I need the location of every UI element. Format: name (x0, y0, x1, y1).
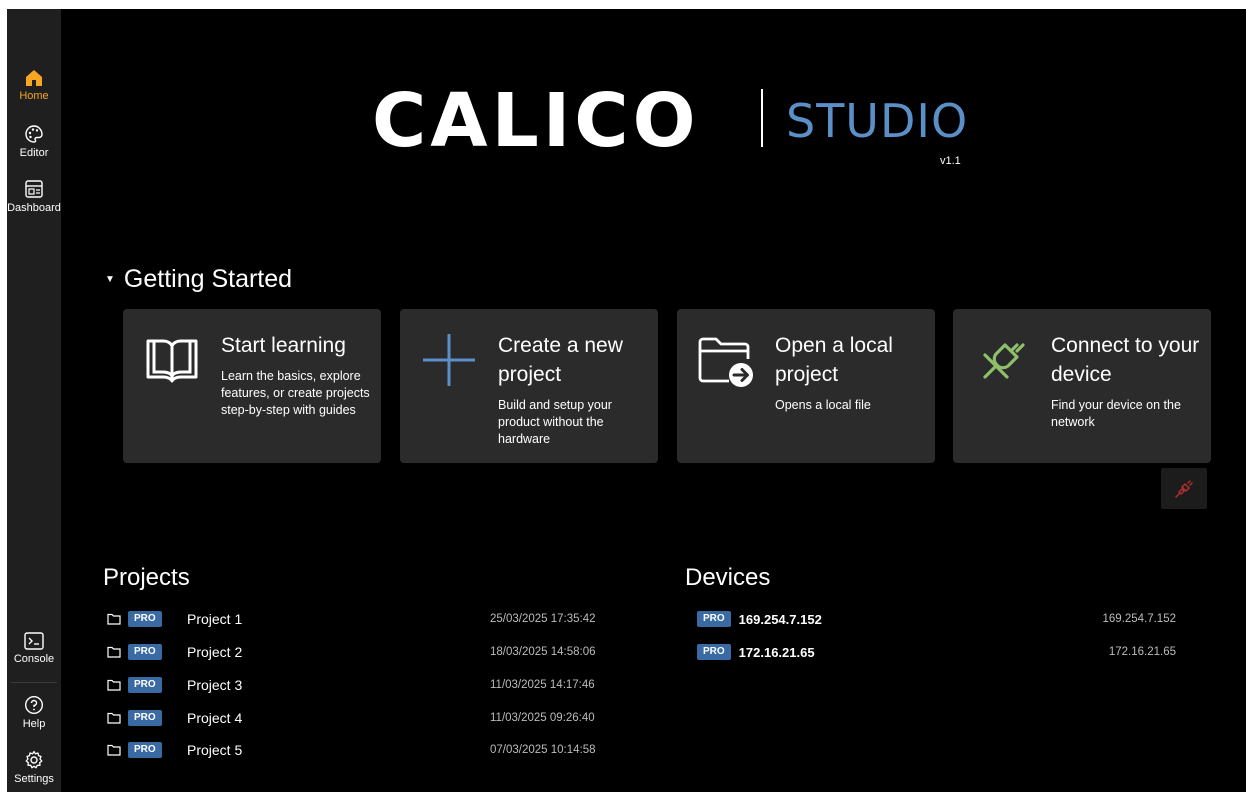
card-description: Find your device on the network (1051, 398, 1181, 429)
dashboard-icon (25, 180, 43, 198)
card-title: Start learning (221, 334, 346, 357)
sidebar-item-editor[interactable]: Editor (7, 124, 61, 174)
sidebar-item-label: Dashboard (7, 202, 61, 214)
project-name: Project 3 (187, 677, 243, 693)
sidebar-item-label: Help (22, 718, 46, 730)
device-name: 172.16.21.65 (738, 644, 815, 660)
card-title: Open a local project (775, 334, 893, 386)
card-create-project[interactable]: Create a new project Build and setup you… (400, 309, 658, 463)
logo-text: CALICO (372, 78, 700, 164)
version-label: v1.1 (940, 155, 961, 167)
pro-badge: PRO (128, 742, 162, 758)
app-window: Home Editor Dashboard Console Help Setti… (7, 9, 1246, 792)
caret-down-icon: ▼ (105, 274, 115, 285)
terminal-icon (24, 632, 44, 650)
device-row[interactable]: PRO 172.16.21.65 172.16.21.65 (697, 641, 1176, 663)
pro-badge: PRO (128, 677, 162, 693)
logo-subtitle: STUDIO (786, 94, 969, 148)
folder-icon (107, 613, 121, 625)
project-date: 25/03/2025 17:35:42 (490, 613, 596, 625)
folder-icon (107, 744, 121, 756)
sidebar-item-label: Home (19, 90, 49, 102)
card-open-project[interactable]: Open a local project Opens a local file (677, 309, 935, 463)
sidebar-item-home[interactable]: Home (7, 69, 61, 119)
pro-badge: PRO (128, 644, 162, 660)
device-ip: 169.254.7.152 (1102, 613, 1176, 625)
project-row[interactable]: PRO Project 3 11/03/2025 14:17:46 (107, 674, 607, 696)
sidebar-item-settings[interactable]: Settings (7, 750, 61, 792)
sidebar-item-label: Editor (19, 147, 49, 159)
folder-icon (107, 712, 121, 724)
project-row[interactable]: PRO Project 2 18/03/2025 14:58:06 (107, 641, 607, 663)
getting-started-toggle[interactable]: ▼ Getting Started (105, 265, 292, 294)
book-icon (146, 339, 198, 383)
home-icon (26, 70, 42, 86)
sidebar-item-console[interactable]: Console (7, 632, 61, 682)
project-date: 18/03/2025 14:58:06 (490, 646, 596, 658)
project-date: 11/03/2025 14:17:46 (490, 679, 595, 691)
pro-badge: PRO (128, 611, 162, 627)
project-date: 11/03/2025 09:26:40 (490, 712, 595, 724)
section-title: Getting Started (123, 265, 293, 293)
pro-badge: PRO (128, 710, 162, 726)
plus-icon (423, 334, 475, 386)
gear-icon (25, 750, 43, 769)
folder-icon (107, 679, 121, 691)
folder-icon (107, 646, 121, 658)
card-connect-device[interactable]: Connect to your device Find your device … (953, 309, 1211, 463)
project-date: 07/03/2025 10:14:58 (490, 744, 596, 756)
card-description: Build and setup your product without the… (498, 398, 612, 446)
card-title: Create a new project (498, 334, 623, 386)
device-name: 169.254.7.152 (738, 611, 822, 627)
project-name: Project 5 (187, 742, 243, 758)
sidebar: Home Editor Dashboard Console Help Setti… (7, 9, 61, 792)
project-row[interactable]: PRO Project 1 25/03/2025 17:35:42 (107, 608, 607, 630)
folder-open-icon (698, 337, 753, 387)
project-name: Project 2 (187, 644, 243, 660)
project-row[interactable]: PRO Project 5 07/03/2025 10:14:58 (107, 739, 607, 761)
help-icon (24, 695, 44, 715)
disconnect-button[interactable] (1161, 468, 1207, 509)
project-name: Project 1 (187, 611, 243, 627)
sidebar-item-label: Settings (14, 773, 54, 785)
unplug-icon (1175, 479, 1193, 498)
card-title: Connect to your device (1051, 334, 1200, 386)
devices-title: Devices (685, 564, 771, 591)
sidebar-item-label: Console (13, 653, 55, 665)
project-row[interactable]: PRO Project 4 11/03/2025 09:26:40 (107, 707, 607, 729)
sidebar-divider (11, 682, 57, 683)
project-name: Project 4 (187, 710, 243, 726)
projects-title: Projects (103, 564, 190, 591)
card-start-learning[interactable]: Start learning Learn the basics, explore… (123, 309, 381, 463)
logo-separator (761, 89, 763, 147)
pro-badge: PRO (697, 611, 731, 627)
card-description: Opens a local file (775, 398, 871, 412)
device-ip: 172.16.21.65 (1108, 646, 1176, 658)
palette-icon (25, 125, 43, 143)
device-row[interactable]: PRO 169.254.7.152 169.254.7.152 (697, 608, 1176, 630)
plug-icon (983, 343, 1025, 379)
sidebar-item-help[interactable]: Help (7, 695, 61, 745)
pro-badge: PRO (697, 644, 731, 660)
sidebar-item-dashboard[interactable]: Dashboard (7, 179, 61, 229)
card-description: Learn the basics, explore features, or c… (221, 369, 370, 417)
